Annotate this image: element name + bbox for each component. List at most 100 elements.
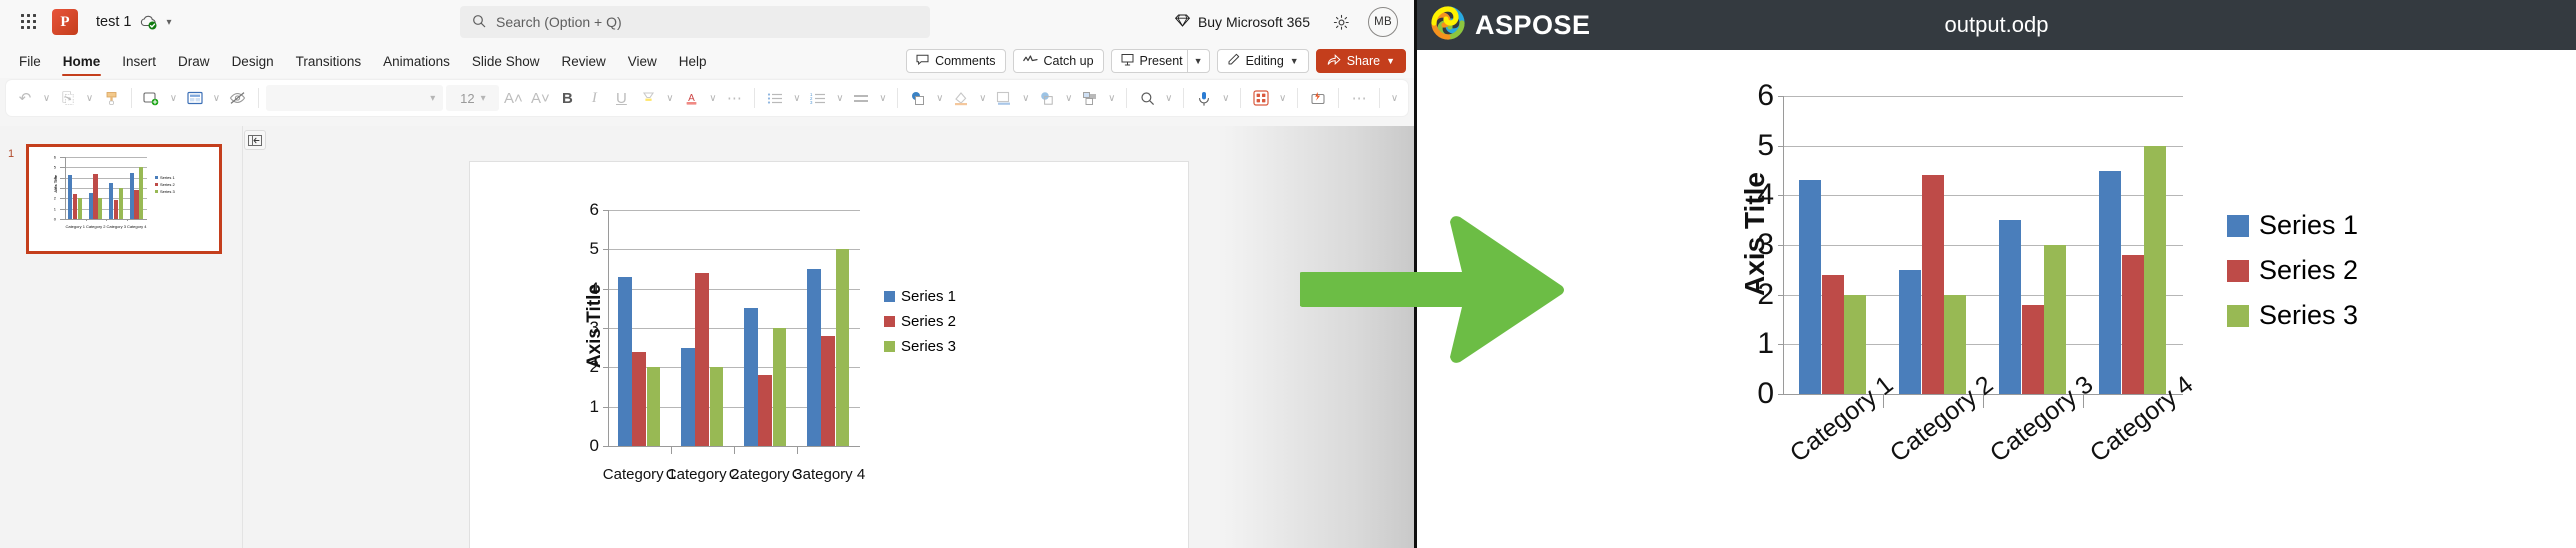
- find-icon[interactable]: [1134, 84, 1160, 112]
- present-button[interactable]: Present: [1110, 49, 1187, 73]
- undo-icon[interactable]: ↶: [12, 84, 38, 112]
- italic-icon[interactable]: I: [581, 84, 607, 112]
- document-menu-chevron-down-icon[interactable]: ▾: [166, 17, 171, 28]
- user-avatar[interactable]: MB: [1368, 7, 1398, 37]
- slide-layout-icon[interactable]: [182, 84, 208, 112]
- designer-icon[interactable]: [1248, 84, 1274, 112]
- editing-mode-button[interactable]: Editing ▼: [1216, 49, 1309, 73]
- underline-icon[interactable]: U: [608, 84, 634, 112]
- ribbon-tab-animations[interactable]: Animations: [372, 44, 461, 78]
- legend-label: Series 1: [160, 175, 175, 180]
- x-axis-tick-mark: [734, 446, 735, 454]
- dictate-icon[interactable]: [1191, 84, 1217, 112]
- increase-font-size-icon[interactable]: A˄: [500, 84, 526, 112]
- more-text-options-icon[interactable]: ⋯: [721, 84, 747, 112]
- ribbon-tab-draw[interactable]: Draw: [167, 44, 221, 78]
- bar-series-3-category-4: [2144, 145, 2167, 394]
- shape-style-icon[interactable]: [948, 84, 974, 112]
- bar-series-3-category-3: [772, 328, 787, 446]
- bar-series-3-category-2: [1944, 294, 1967, 394]
- aspose-file-name: output.odp: [1944, 12, 2049, 37]
- align-caret-icon[interactable]: ∨: [875, 84, 890, 112]
- slide-layout-caret-icon[interactable]: ∨: [209, 84, 224, 112]
- gear-icon[interactable]: [1324, 5, 1358, 39]
- bullet-list-caret-icon[interactable]: ∨: [789, 84, 804, 112]
- comments-button[interactable]: Comments: [906, 49, 1006, 73]
- slide-canvas[interactable]: 0123456 Axis Title Series 1 Series 2 Serie…: [470, 162, 1188, 548]
- ribbon-tab-home[interactable]: Home: [52, 44, 112, 78]
- shape-fill-caret-icon[interactable]: ∨: [932, 84, 947, 112]
- search-box[interactable]: Search (Option + Q): [460, 6, 930, 38]
- more-commands-icon[interactable]: ⋯: [1346, 84, 1372, 112]
- highlight-caret-icon[interactable]: ∨: [662, 84, 677, 112]
- bullet-list-icon[interactable]: [762, 84, 788, 112]
- font-color-caret-icon[interactable]: ∨: [705, 84, 720, 112]
- shape-fill-icon[interactable]: [905, 84, 931, 112]
- dictate-caret-icon[interactable]: ∨: [1218, 84, 1233, 112]
- font-color-icon[interactable]: A: [678, 84, 704, 112]
- find-caret-icon[interactable]: ∨: [1161, 84, 1176, 112]
- ribbon-tab-transitions[interactable]: Transitions: [285, 44, 373, 78]
- font-size-chevron-down-icon[interactable]: ▾: [481, 93, 486, 104]
- numbered-list-caret-icon[interactable]: ∨: [832, 84, 847, 112]
- undo-caret-icon[interactable]: ∨: [39, 84, 54, 112]
- arrange-caret-icon[interactable]: ∨: [1104, 84, 1119, 112]
- copilot-icon[interactable]: [1305, 84, 1331, 112]
- legend-swatch: [155, 183, 158, 186]
- highlight-icon[interactable]: [635, 84, 661, 112]
- slide-chart[interactable]: 0123456 Axis Title Series 1 Series 2 Serie…: [492, 188, 1172, 528]
- ribbon-tab-insert[interactable]: Insert: [111, 44, 167, 78]
- document-name[interactable]: test 1: [96, 14, 131, 30]
- ribbon-tab-help[interactable]: Help: [668, 44, 718, 78]
- shape-outline-caret-icon[interactable]: ∨: [1018, 84, 1033, 112]
- numbered-list-icon[interactable]: 123: [805, 84, 831, 112]
- decrease-font-size-icon[interactable]: A˅: [527, 84, 553, 112]
- new-slide-icon[interactable]: [139, 84, 165, 112]
- editing-mode-label: Editing: [1245, 54, 1284, 68]
- ribbon-tab-design[interactable]: Design: [221, 44, 285, 78]
- arrange-icon[interactable]: [1077, 84, 1103, 112]
- legend-item: Series 1: [155, 175, 175, 180]
- powerpoint-logo-icon[interactable]: P: [52, 9, 78, 35]
- waffle-grid-icon[interactable]: [12, 14, 46, 30]
- align-icon[interactable]: [848, 84, 874, 112]
- paste-clipboard-icon[interactable]: ⎘: [55, 84, 81, 112]
- font-name-chevron-down-icon[interactable]: ▾: [430, 93, 435, 104]
- legend-item: Series 1: [2227, 210, 2358, 241]
- shape-effects-caret-icon[interactable]: ∨: [1061, 84, 1076, 112]
- slide-chart-plot: 0123456: [590, 200, 860, 455]
- ribbon-tab-review[interactable]: Review: [550, 44, 616, 78]
- share-button[interactable]: Share ▼: [1315, 49, 1406, 73]
- ribbon-tab-slide-show[interactable]: Slide Show: [461, 44, 551, 78]
- bar-series-1-category-1: [1799, 180, 1822, 394]
- shape-effects-icon[interactable]: [1034, 84, 1060, 112]
- aspose-logo[interactable]: ASPOSE: [1417, 5, 1591, 45]
- cloud-saved-icon[interactable]: [139, 14, 159, 30]
- y-axis-tick-label: 1: [589, 396, 599, 416]
- buy-microsoft-365-button[interactable]: Buy Microsoft 365: [1165, 9, 1320, 35]
- aspose-chart-axis-title: Axis Title: [1739, 172, 1770, 296]
- ribbon-tab-view[interactable]: View: [617, 44, 668, 78]
- search-input[interactable]: Search (Option + Q): [496, 14, 622, 30]
- paste-caret-icon[interactable]: ∨: [82, 84, 97, 112]
- font-size-input[interactable]: 12 ▾: [446, 85, 500, 111]
- present-chevron-down-icon[interactable]: ▼: [1186, 49, 1210, 73]
- bold-icon[interactable]: B: [554, 84, 580, 112]
- catch-up-button[interactable]: Catch up: [1012, 49, 1104, 73]
- collapse-pane-icon[interactable]: [244, 130, 266, 150]
- bar-series-3-category-4: [835, 249, 850, 446]
- ribbon-tab-file[interactable]: File: [8, 44, 52, 78]
- legend-label: Series 3: [901, 338, 957, 355]
- slide-thumbnail-1[interactable]: 0123456 Axis Title Series 1 Series 2 Serie…: [26, 144, 222, 254]
- new-slide-caret-icon[interactable]: ∨: [166, 84, 181, 112]
- ribbon-expand-icon[interactable]: ∨: [1387, 84, 1402, 112]
- powerpoint-logo-letter: P: [60, 13, 70, 30]
- shape-outline-icon[interactable]: [991, 84, 1017, 112]
- hide-slide-icon[interactable]: [225, 84, 251, 112]
- font-name-input[interactable]: ▾: [265, 85, 444, 111]
- format-painter-icon[interactable]: [98, 84, 124, 112]
- bar-series-2-category-3: [2021, 304, 2044, 394]
- bar-series-3-category-1: [77, 198, 82, 219]
- designer-caret-icon[interactable]: ∨: [1275, 84, 1290, 112]
- shape-style-caret-icon[interactable]: ∨: [975, 84, 990, 112]
